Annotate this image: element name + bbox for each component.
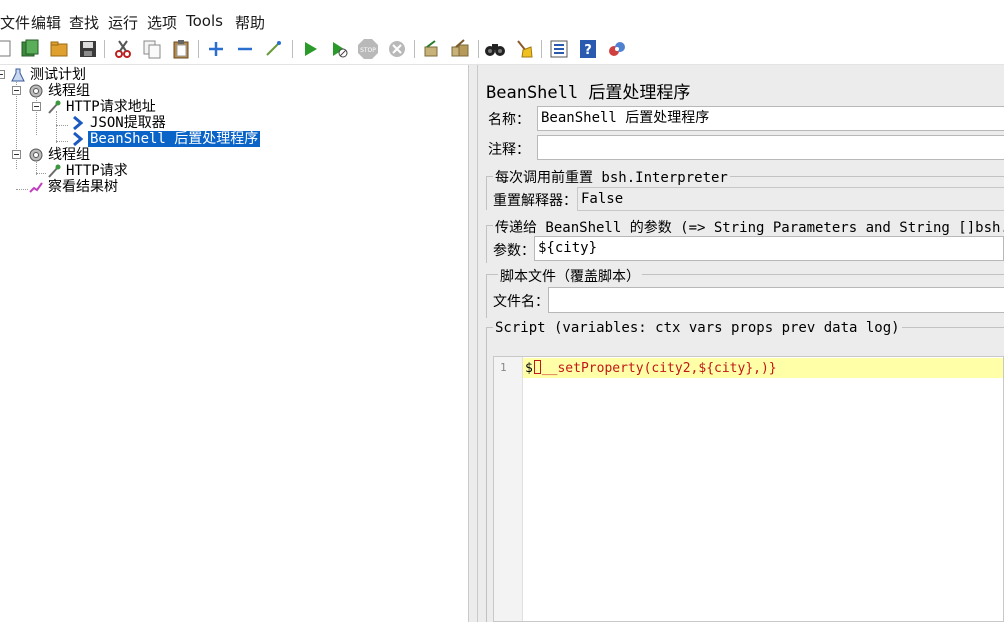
tree-node-label: JSON提取器 [90,115,166,131]
tree-node-test-plan[interactable]: 测试计划 [10,67,88,83]
filename-field[interactable] [548,287,1004,313]
comment-label: 注释： [488,142,530,158]
tree-toggle[interactable] [0,70,5,79]
filename-label: 文件名： [493,294,549,310]
menu-edit[interactable]: 编辑 [31,12,61,33]
name-field[interactable]: BeanShell 后置处理程序 [537,106,1004,131]
collapse-icon[interactable] [234,38,256,60]
tree-node-label: 测试计划 [30,67,86,83]
menu-help[interactable]: 帮助 [235,12,265,33]
menu-run[interactable]: 运行 [108,12,138,33]
thread-group-icon [28,83,44,99]
reset-interpreter-select[interactable]: False [577,187,1004,211]
split-pane-divider[interactable] [468,65,478,622]
test-plan-tree[interactable]: 测试计划 线程组 HTTP请求地址 JSON提取器 BeanShell 后置处理… [0,65,468,622]
shutdown-icon[interactable] [386,38,408,60]
start-icon[interactable] [299,38,321,60]
name-label: 名称： [488,112,530,128]
editor-gutter: 1 [494,357,523,621]
listener-icon [28,179,44,195]
comment-field[interactable] [537,135,1004,160]
toggle-icon[interactable] [263,38,285,60]
script-code-line[interactable]: $ __setProperty(city2,${city},)} [525,360,777,376]
post-processor-icon [70,115,86,131]
tree-node-beanshell-postprocessor[interactable]: BeanShell 后置处理程序 [70,131,261,147]
menu-search[interactable]: 查找 [69,12,99,33]
script-file-group-title: 脚本文件（覆盖脚本） [498,266,642,286]
reset-interpreter-label: 重置解释器： [493,193,577,209]
tree-node-label: 线程组 [48,147,90,163]
tree-node-http-request[interactable]: HTTP请求 [46,163,130,179]
tree-node-view-results-tree[interactable]: 察看结果树 [28,179,120,195]
test-plan-icon [10,67,26,83]
menu-tools[interactable]: Tools [186,12,223,30]
tree-node-label: 线程组 [48,83,90,99]
clear-icon[interactable] [420,38,442,60]
toolbar: STOP ? [0,34,1004,65]
svg-text:STOP: STOP [360,47,376,54]
tree-toggle[interactable] [12,86,21,95]
tree-node-label: 察看结果树 [48,179,118,195]
post-processor-icon [70,131,86,147]
open-icon[interactable] [48,38,70,60]
sampler-icon [46,163,62,179]
paste-icon[interactable] [170,38,192,60]
tree-node-label: HTTP请求 [66,163,128,179]
parameters-field[interactable]: ${city} [534,236,1004,261]
tree-node-label: BeanShell 后置处理程序 [88,131,261,147]
thread-group-icon [28,147,44,163]
text-cursor [533,360,541,374]
tree-node-thread-group[interactable]: 线程组 [28,147,92,163]
menu-bar: 文件 编辑 查找 运行 选项 Tools 帮助 [0,10,1004,34]
tree-node-thread-group[interactable]: 线程组 [28,83,92,99]
sampler-icon [46,99,62,115]
code-rest: __setProperty(city2,${city},)} [541,361,777,376]
line-number: 1 [500,361,507,374]
copy-icon[interactable] [141,38,163,60]
search-icon[interactable] [484,38,506,60]
cut-icon[interactable] [112,38,134,60]
remote-icon[interactable] [606,38,628,60]
parameters-label: 参数： [493,243,535,259]
parameters-group-title: 传递给 BeanShell 的参数 (=> String Parameters … [493,217,1004,237]
tree-node-http-request-address[interactable]: HTTP请求地址 [46,99,158,115]
tree-node-label: HTTP请求地址 [66,99,156,115]
panel-title: BeanShell 后置处理程序 [486,83,691,103]
code-prefix: $ [525,361,533,376]
help-icon[interactable]: ? [577,38,599,60]
svg-text:?: ? [584,43,592,58]
menu-options[interactable]: 选项 [147,12,177,33]
tree-toggle[interactable] [32,102,41,111]
start-no-pause-icon[interactable] [328,38,350,60]
save-icon[interactable] [77,38,99,60]
clear-all-icon[interactable] [449,38,471,60]
script-editor[interactable]: 1 $ __setProperty(city2,${city},)} [493,356,1004,622]
window-title-strip [0,0,1004,10]
templates-icon[interactable] [19,38,41,60]
reset-interpreter-group-title: 每次调用前重置 bsh.Interpreter [493,167,730,187]
function-helper-icon[interactable] [548,38,570,60]
stop-icon[interactable]: STOP [357,38,379,60]
new-icon[interactable] [0,38,16,60]
reset-search-icon[interactable] [513,38,535,60]
tree-node-json-extractor[interactable]: JSON提取器 [70,115,168,131]
expand-icon[interactable] [205,38,227,60]
menu-file[interactable]: 文件 [0,12,30,33]
tree-toggle[interactable] [12,150,21,159]
script-group-title: Script (variables: ctx vars props prev d… [493,320,902,336]
